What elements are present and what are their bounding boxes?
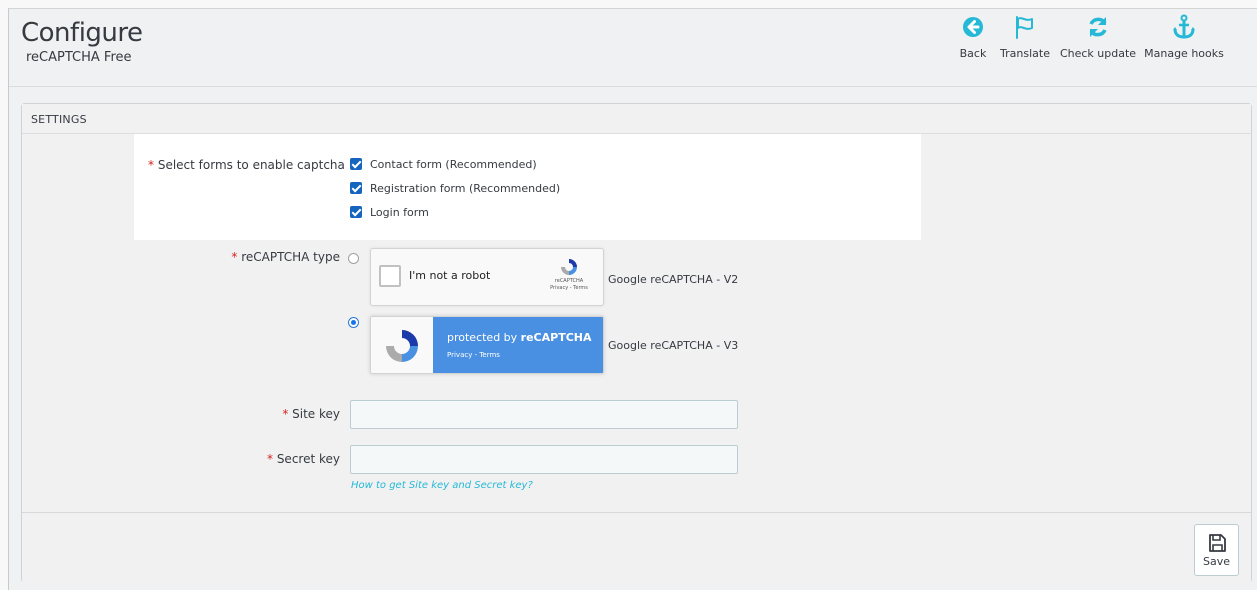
privacy-terms-links: Privacy - Terms bbox=[550, 285, 588, 291]
recaptcha-brand: reCAPTCHA bbox=[554, 278, 584, 284]
contact-form-checkbox[interactable]: Contact form (Recommended) bbox=[350, 158, 537, 171]
site-key-label: * Site key bbox=[282, 407, 340, 421]
translate-button[interactable]: Translate bbox=[995, 9, 1055, 79]
help-link[interactable]: How to get Site key and Secret key? bbox=[351, 480, 533, 491]
v3-badge: protected by reCAPTCHA Privacy - Terms bbox=[433, 317, 603, 373]
v2-caption: Google reCAPTCHA - V2 bbox=[608, 273, 739, 286]
required-mark: * bbox=[266, 452, 273, 466]
panel-heading: SETTINGS bbox=[22, 104, 1251, 134]
v3-caption: Google reCAPTCHA - V3 bbox=[608, 339, 739, 352]
page-header: Configure reCAPTCHA Free Back Translate bbox=[9, 9, 1257, 87]
recaptcha-type-label: * reCAPTCHA type bbox=[231, 250, 340, 264]
login-form-label: Login form bbox=[370, 206, 429, 219]
v3-logo-area bbox=[371, 317, 433, 373]
required-mark: * bbox=[231, 250, 238, 264]
recaptcha-logo: reCAPTCHA Privacy - Terms bbox=[549, 257, 589, 291]
save-button[interactable]: Save bbox=[1194, 524, 1239, 576]
manage-hooks-label: Manage hooks bbox=[1144, 47, 1224, 60]
save-label: Save bbox=[1202, 555, 1230, 568]
back-button[interactable]: Back bbox=[951, 9, 995, 79]
recaptcha-v2-preview: I'm not a robot reCAPTCHA Privacy - Term… bbox=[370, 248, 604, 306]
page-subtitle: reCAPTCHA Free bbox=[26, 50, 132, 65]
login-form-checkbox[interactable]: Login form bbox=[350, 206, 429, 219]
refresh-icon bbox=[1089, 17, 1107, 37]
settings-panel: SETTINGS * Select forms to enable captch… bbox=[21, 103, 1252, 583]
required-mark: * bbox=[148, 158, 154, 172]
checkbox-checked-icon bbox=[350, 158, 362, 170]
arrow-left-circle-icon bbox=[963, 17, 983, 37]
site-key-input[interactable] bbox=[350, 400, 738, 429]
toolbar: Back Translate Check update Manage hooks bbox=[960, 9, 1257, 87]
recaptcha-v3-radio[interactable] bbox=[348, 317, 359, 328]
site-key-label-text: Site key bbox=[292, 407, 340, 421]
privacy-terms-links[interactable]: Privacy - Terms bbox=[447, 351, 500, 359]
manage-hooks-button[interactable]: Manage hooks bbox=[1143, 9, 1225, 79]
flag-icon bbox=[1016, 16, 1033, 39]
app-frame: Configure reCAPTCHA Free Back Translate bbox=[8, 8, 1257, 590]
secret-key-input[interactable] bbox=[350, 445, 738, 474]
checkbox-checked-icon bbox=[350, 206, 362, 218]
floppy-disk-icon bbox=[1208, 534, 1226, 552]
forms-highlight: * Select forms to enable captcha Contact… bbox=[134, 134, 921, 240]
panel-footer: Save bbox=[22, 512, 1251, 583]
protected-text: protected by reCAPTCHA bbox=[447, 331, 592, 344]
forms-label: * Select forms to enable captcha bbox=[148, 158, 345, 172]
recaptcha-icon bbox=[561, 259, 577, 275]
recaptcha-icon bbox=[386, 330, 418, 362]
check-update-label: Check update bbox=[1059, 47, 1137, 60]
back-label: Back bbox=[959, 47, 987, 60]
checkbox-icon bbox=[379, 265, 401, 287]
secret-key-label: * Secret key bbox=[267, 452, 340, 466]
recaptcha-v3-preview: protected by reCAPTCHA Privacy - Terms bbox=[370, 316, 604, 374]
translate-label: Translate bbox=[1000, 47, 1050, 60]
contact-form-label: Contact form (Recommended) bbox=[370, 158, 537, 171]
recaptcha-v2-radio[interactable] bbox=[348, 253, 359, 264]
forms-label-text: Select forms to enable captcha bbox=[157, 158, 345, 172]
registration-form-checkbox[interactable]: Registration form (Recommended) bbox=[350, 182, 560, 195]
required-mark: * bbox=[282, 407, 289, 421]
registration-form-label: Registration form (Recommended) bbox=[370, 182, 561, 195]
checkbox-checked-icon bbox=[350, 182, 362, 194]
recaptcha-type-label-text: reCAPTCHA type bbox=[241, 250, 340, 264]
robot-text: I'm not a robot bbox=[409, 269, 491, 282]
settings-form: SETTINGS * Select forms to enable captch… bbox=[22, 104, 1251, 512]
check-update-button[interactable]: Check update bbox=[1057, 9, 1139, 79]
anchor-icon bbox=[1173, 14, 1195, 39]
page-title: Configure bbox=[21, 18, 143, 48]
secret-key-label-text: Secret key bbox=[276, 452, 340, 466]
